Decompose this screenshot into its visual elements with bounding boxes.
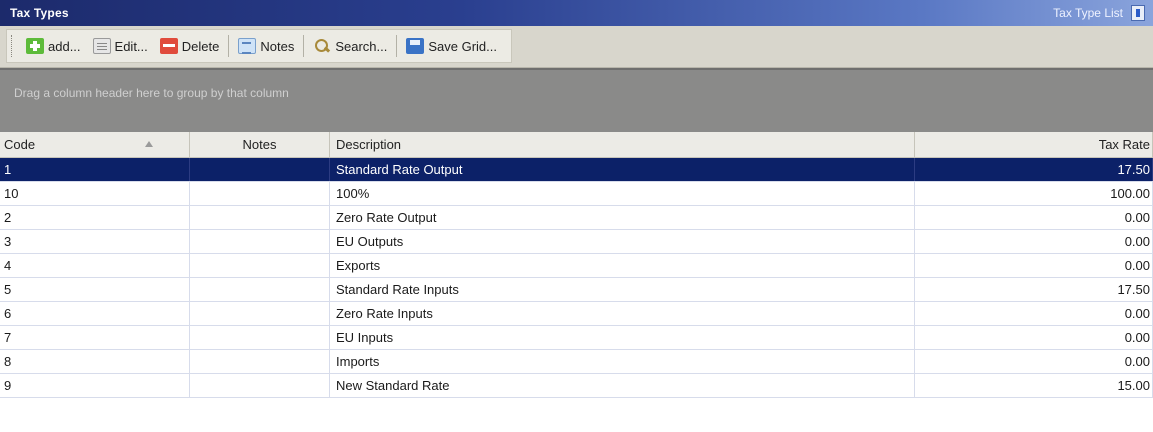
cell-tax-rate[interactable]: 0.00 bbox=[915, 350, 1153, 373]
column-header-description[interactable]: Description bbox=[330, 132, 915, 157]
column-header-code[interactable]: Code bbox=[0, 132, 190, 157]
toolbar-separator bbox=[303, 35, 305, 57]
cell-code[interactable]: 1 bbox=[0, 158, 190, 181]
cell-description[interactable]: New Standard Rate bbox=[330, 374, 915, 397]
cell-tax-rate[interactable]: 17.50 bbox=[915, 158, 1153, 181]
cell-notes[interactable] bbox=[190, 230, 330, 253]
cell-code[interactable]: 6 bbox=[0, 302, 190, 325]
column-header-tax-rate[interactable]: Tax Rate bbox=[915, 132, 1153, 157]
cell-code[interactable]: 4 bbox=[0, 254, 190, 277]
cell-tax-rate[interactable]: 15.00 bbox=[915, 374, 1153, 397]
cell-description[interactable]: EU Outputs bbox=[330, 230, 915, 253]
search-icon bbox=[313, 38, 331, 54]
title-bar: Tax Types Tax Type List bbox=[0, 0, 1153, 26]
column-header-label: Notes bbox=[242, 137, 277, 152]
toolbar-separator bbox=[396, 35, 398, 57]
add-button-label: add... bbox=[48, 38, 81, 54]
cell-description[interactable]: Zero Rate Output bbox=[330, 206, 915, 229]
group-by-hint: Drag a column header here to group by th… bbox=[14, 86, 289, 100]
cell-notes[interactable] bbox=[190, 158, 330, 181]
cell-tax-rate[interactable]: 0.00 bbox=[915, 302, 1153, 325]
notes-button[interactable]: Notes bbox=[232, 34, 300, 58]
cell-description[interactable]: Standard Rate Inputs bbox=[330, 278, 915, 301]
edit-button-label: Edit... bbox=[114, 38, 148, 54]
group-by-area[interactable]: Drag a column header here to group by th… bbox=[0, 68, 1153, 132]
cell-description[interactable]: Zero Rate Inputs bbox=[330, 302, 915, 325]
cell-description[interactable]: EU Inputs bbox=[330, 326, 915, 349]
add-button[interactable]: add... bbox=[20, 34, 87, 58]
table-row[interactable]: 2 Zero Rate Output 0.00 bbox=[0, 206, 1153, 230]
table-row[interactable]: 10 100% 100.00 bbox=[0, 182, 1153, 206]
cell-description[interactable]: 100% bbox=[330, 182, 915, 205]
grid-body: 1 Standard Rate Output 17.50 10 100% 100.00 2 Z… bbox=[0, 158, 1153, 398]
notes-icon bbox=[238, 38, 257, 54]
cell-tax-rate[interactable]: 0.00 bbox=[915, 230, 1153, 253]
cell-code[interactable]: 3 bbox=[0, 230, 190, 253]
search-button-label: Search... bbox=[335, 38, 388, 54]
cell-tax-rate[interactable]: 17.50 bbox=[915, 278, 1153, 301]
cell-code[interactable]: 2 bbox=[0, 206, 190, 229]
add-icon bbox=[26, 38, 44, 54]
delete-button-label: Delete bbox=[181, 38, 220, 54]
save-grid-button-label: Save Grid... bbox=[428, 38, 497, 54]
table-row[interactable]: 6 Zero Rate Inputs 0.00 bbox=[0, 302, 1153, 326]
cell-notes[interactable] bbox=[190, 254, 330, 277]
sort-ascending-icon bbox=[145, 141, 153, 147]
list-label: Tax Type List bbox=[1053, 6, 1123, 20]
cell-description[interactable]: Imports bbox=[330, 350, 915, 373]
edit-button[interactable]: Edit... bbox=[87, 34, 154, 58]
save-grid-button[interactable]: Save Grid... bbox=[400, 34, 503, 58]
toolbar: add... Edit... Delete Notes Search... Sa… bbox=[0, 26, 1153, 68]
cell-notes[interactable] bbox=[190, 374, 330, 397]
cell-tax-rate[interactable]: 0.00 bbox=[915, 254, 1153, 277]
cell-notes[interactable] bbox=[190, 302, 330, 325]
cell-code[interactable]: 9 bbox=[0, 374, 190, 397]
title-bar-right: Tax Type List bbox=[1053, 5, 1145, 21]
cell-description[interactable]: Exports bbox=[330, 254, 915, 277]
cell-code[interactable]: 10 bbox=[0, 182, 190, 205]
table-row[interactable]: 7 EU Inputs 0.00 bbox=[0, 326, 1153, 350]
column-header-label: Description bbox=[336, 137, 402, 152]
column-header-label: Tax Rate bbox=[1098, 137, 1150, 152]
toolbar-separator bbox=[228, 35, 230, 57]
cell-notes[interactable] bbox=[190, 350, 330, 373]
table-row[interactable]: 1 Standard Rate Output 17.50 bbox=[0, 158, 1153, 182]
table-row[interactable]: 8 Imports 0.00 bbox=[0, 350, 1153, 374]
cell-notes[interactable] bbox=[190, 278, 330, 301]
window-title: Tax Types bbox=[10, 6, 69, 20]
search-button[interactable]: Search... bbox=[307, 34, 393, 58]
cell-notes[interactable] bbox=[190, 326, 330, 349]
column-header-notes[interactable]: Notes bbox=[190, 132, 330, 157]
cell-tax-rate[interactable]: 0.00 bbox=[915, 326, 1153, 349]
save-icon bbox=[406, 38, 425, 54]
notes-button-label: Notes bbox=[260, 38, 295, 54]
toolbar-grip[interactable] bbox=[11, 35, 14, 57]
table-row[interactable]: 9 New Standard Rate 15.00 bbox=[0, 374, 1153, 398]
grid-header: Code Notes Description Tax Rate bbox=[0, 132, 1153, 158]
cell-notes[interactable] bbox=[190, 182, 330, 205]
table-row[interactable]: 4 Exports 0.00 bbox=[0, 254, 1153, 278]
cell-code[interactable]: 5 bbox=[0, 278, 190, 301]
table-row[interactable]: 5 Standard Rate Inputs 17.50 bbox=[0, 278, 1153, 302]
pin-icon[interactable] bbox=[1131, 5, 1145, 21]
cell-code[interactable]: 7 bbox=[0, 326, 190, 349]
cell-description[interactable]: Standard Rate Output bbox=[330, 158, 915, 181]
column-header-label: Code bbox=[4, 137, 36, 152]
cell-tax-rate[interactable]: 0.00 bbox=[915, 206, 1153, 229]
cell-tax-rate[interactable]: 100.00 bbox=[915, 182, 1153, 205]
edit-icon bbox=[92, 38, 111, 54]
table-row[interactable]: 3 EU Outputs 0.00 bbox=[0, 230, 1153, 254]
delete-button[interactable]: Delete bbox=[154, 34, 226, 58]
toolbar-group: add... Edit... Delete Notes Search... Sa… bbox=[6, 29, 512, 63]
cell-notes[interactable] bbox=[190, 206, 330, 229]
delete-icon bbox=[159, 38, 178, 54]
cell-code[interactable]: 8 bbox=[0, 350, 190, 373]
tax-types-grid: Code Notes Description Tax Rate 1 Standar… bbox=[0, 132, 1153, 398]
